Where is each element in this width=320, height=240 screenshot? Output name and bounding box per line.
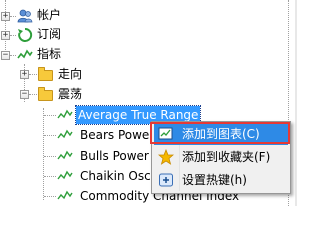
scrollbar[interactable] [295, 0, 297, 206]
tree-guide-line [44, 135, 56, 136]
tree-guide-line [43, 108, 44, 200]
add-chart-icon [158, 126, 174, 142]
expand-accounts-toggle[interactable]: + [1, 12, 10, 21]
menu-item-label: 添加到收藏夹(F) [182, 150, 271, 164]
tree-folder-oscillators[interactable]: 震荡 [56, 85, 84, 103]
tree-guide-line [10, 16, 16, 17]
folder-icon [38, 66, 54, 82]
tree-item-bulls-power[interactable]: Bulls Power [78, 147, 151, 165]
hotkey-icon [158, 172, 174, 188]
tree-guide-line [29, 94, 37, 95]
tree-guide-line [10, 35, 16, 36]
expand-subscription-toggle[interactable]: + [1, 31, 10, 40]
folder-open-icon [38, 86, 54, 102]
tree-item-accounts[interactable]: 帐户 [35, 6, 63, 24]
menu-item-label: 设置热键(h) [182, 173, 247, 187]
tree-folder-trend[interactable]: 走向 [56, 65, 84, 83]
subscription-icon [17, 27, 33, 43]
menu-item-add-to-chart[interactable]: 添加到图表(C) [154, 124, 288, 145]
collapse-oscillators-toggle[interactable]: − [20, 90, 29, 99]
menu-item-label: 添加到图表(C) [182, 127, 260, 141]
indicator-icon [57, 148, 73, 164]
tree-item-subscription[interactable]: 订阅 [35, 25, 63, 43]
indicators-icon [17, 47, 33, 63]
collapse-indicators-toggle[interactable]: − [1, 51, 10, 60]
menu-item-add-to-favorites[interactable]: 添加到收藏夹(F) [154, 147, 288, 168]
favorite-star-icon [157, 148, 175, 165]
context-menu: 添加到图表(C) 添加到收藏夹(F) 设置热键(h) [151, 121, 291, 194]
accounts-icon [17, 8, 33, 24]
indicator-icon [57, 127, 73, 143]
tree-item-bears-power[interactable]: Bears Power [78, 126, 156, 144]
tree-item-indicators[interactable]: 指标 [35, 45, 63, 63]
tree-guide-line [44, 156, 56, 157]
indicator-icon [57, 107, 73, 123]
tree-guide-line [10, 55, 16, 56]
indicator-icon [57, 168, 73, 184]
menu-item-set-hotkey[interactable]: 设置热键(h) [154, 170, 288, 191]
tree-guide-line [5, 0, 6, 56]
tree-guide-line [44, 196, 56, 197]
tree-guide-line [44, 115, 56, 116]
tree-guide-line [44, 176, 56, 177]
indicator-icon [57, 188, 73, 204]
tree-guide-line [29, 74, 37, 75]
expand-trend-toggle[interactable]: + [20, 70, 29, 79]
